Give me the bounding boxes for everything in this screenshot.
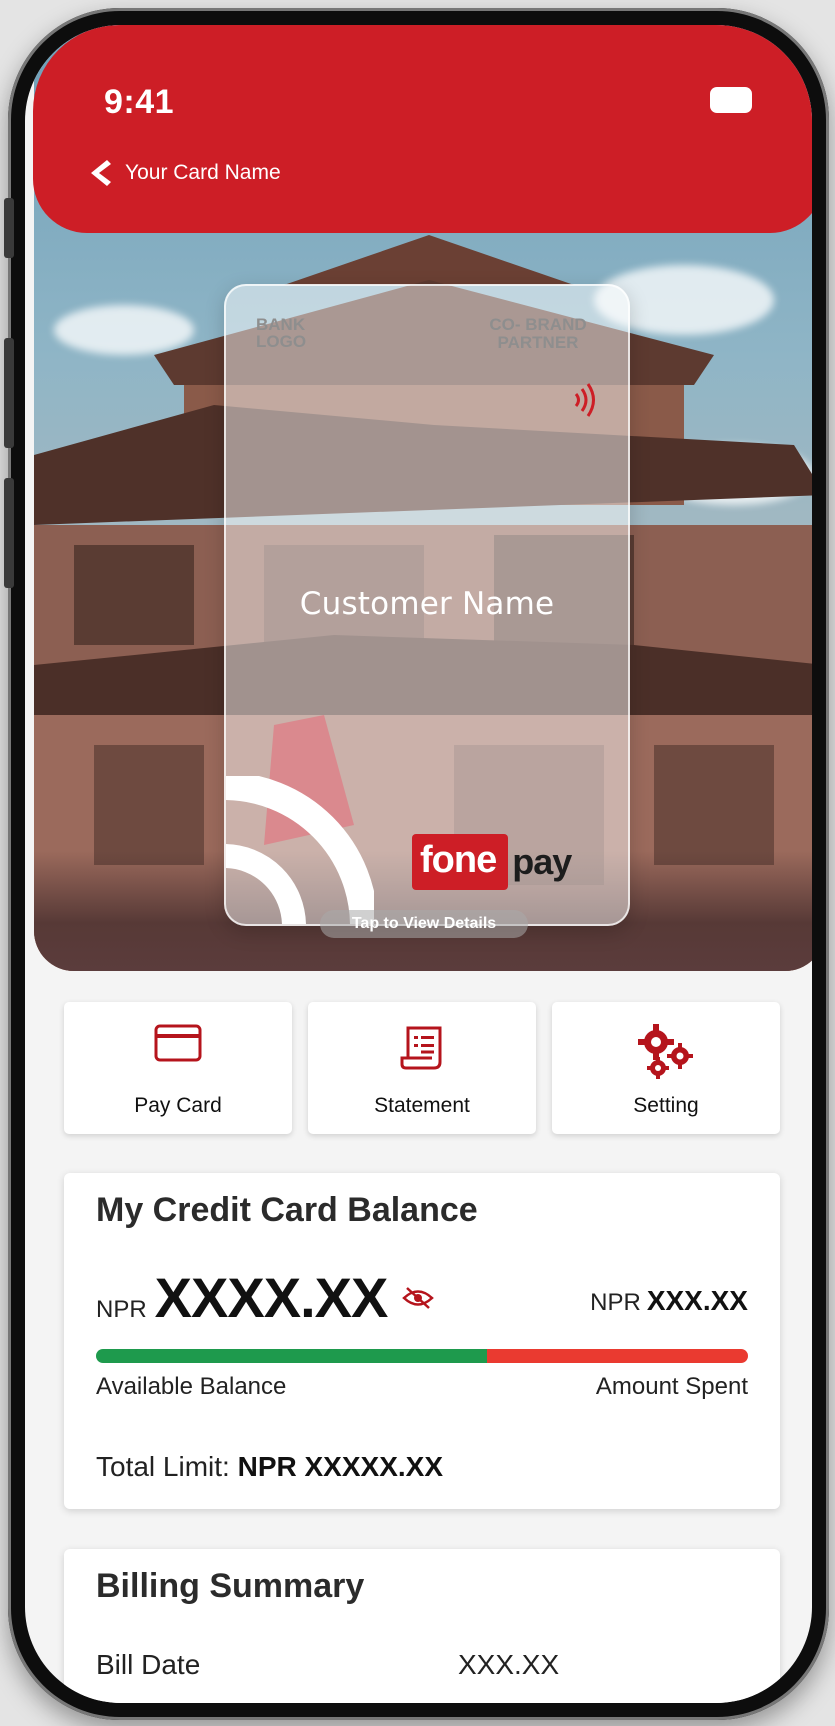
balance-progress-bar [96, 1349, 748, 1363]
credit-balance-panel: My Credit Card Balance NPR XXXX.XX NPR X… [64, 1173, 780, 1509]
balance-title: My Credit Card Balance [96, 1191, 478, 1229]
setting-button[interactable]: Setting [552, 1002, 780, 1134]
chevron-left-icon [91, 160, 111, 186]
app-header: 9:41 Your Card Name [33, 25, 812, 233]
available-balance-amount: NPR XXXX.XX [96, 1265, 435, 1330]
status-time: 9:41 [104, 83, 175, 121]
customer-name: Customer Name [299, 586, 555, 622]
amount-spent-value: NPR XXX.XX [590, 1285, 748, 1316]
bank-logo: BANK LOGO [256, 315, 307, 351]
card-icon [154, 1024, 202, 1062]
tap-to-view-details[interactable]: Tap to View Details [320, 910, 528, 938]
spent-bar-fill [487, 1349, 748, 1363]
amount-spent-label: Amount Spent [595, 1373, 748, 1400]
billing-summary-panel: Billing Summary Bill Date XXX.XX [64, 1549, 780, 1703]
side-button [4, 198, 14, 258]
screen: 9:41 Your Card Name BANK LOGO CO- BRAND … [25, 25, 812, 1703]
battery-icon [710, 87, 752, 113]
volume-down-button [4, 478, 14, 588]
fonepay-logo: fone pay [412, 834, 572, 890]
total-limit: Total Limit: NPR XXXXX.XX [96, 1451, 444, 1482]
billing-title: Billing Summary [96, 1567, 365, 1605]
phone-frame: 9:41 Your Card Name BANK LOGO CO- BRAND … [4, 8, 829, 1720]
volume-up-button [4, 338, 14, 448]
bill-date-value: XXX.XX [458, 1649, 560, 1680]
eye-slash-icon[interactable] [401, 1285, 435, 1311]
statement-button[interactable]: Statement [308, 1002, 536, 1134]
bill-date-label: Bill Date [96, 1649, 201, 1680]
receipt-icon [400, 1026, 442, 1070]
available-bar-fill [96, 1349, 488, 1363]
pay-card-button[interactable]: Pay Card [64, 1002, 292, 1134]
gears-icon [638, 1024, 693, 1079]
cobrand-partner: CO- BRAND PARTNER [489, 315, 587, 352]
action-row: Pay Card Statement Setting [64, 1002, 780, 1134]
header-title: Your Card Name [125, 161, 281, 184]
back-button[interactable]: Your Card Name [87, 158, 281, 188]
available-balance-label: Available Balance [96, 1373, 287, 1400]
contactless-icon [574, 383, 595, 417]
wave-arcs-graphic [226, 776, 374, 924]
credit-card[interactable]: BANK LOGO CO- BRAND PARTNER Customer Nam… [224, 284, 630, 926]
